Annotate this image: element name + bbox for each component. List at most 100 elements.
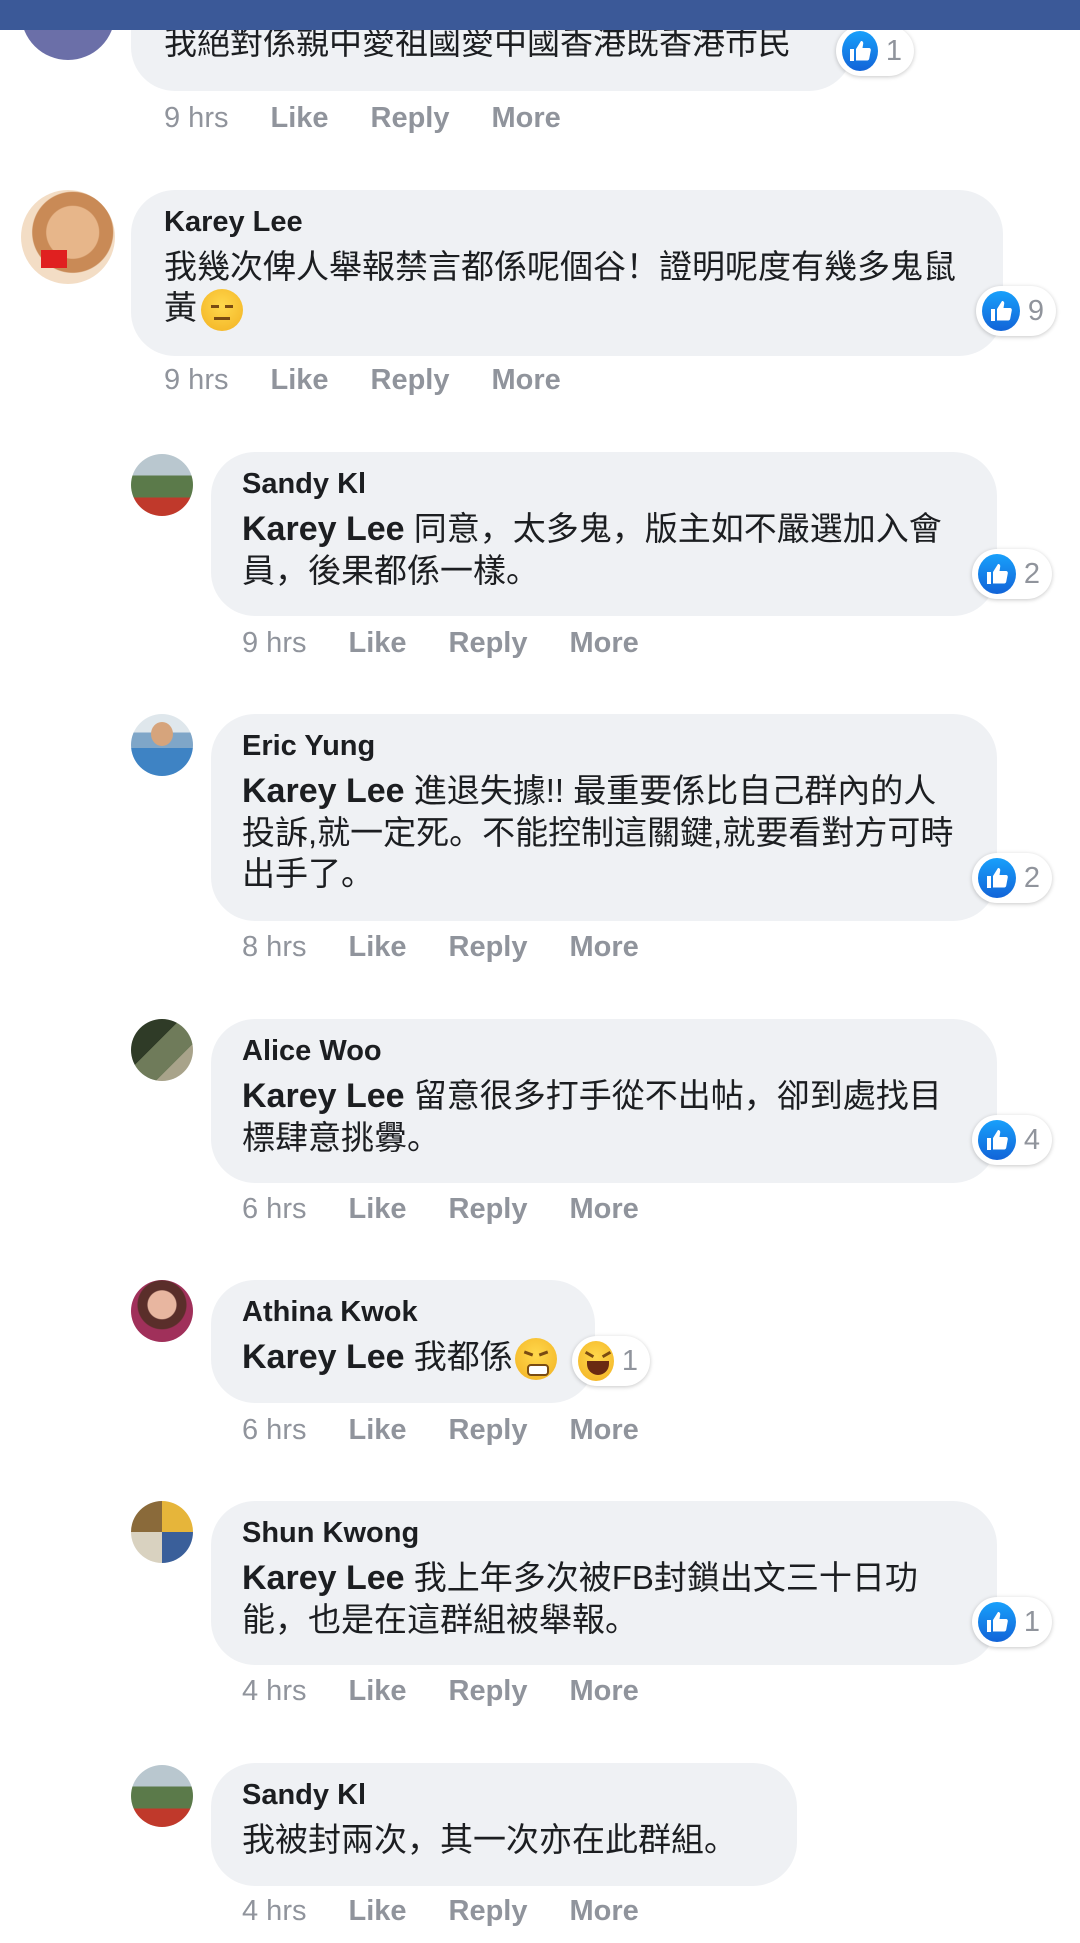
- thumbs-up-icon: [982, 291, 1020, 331]
- comment-actions: 6 hrs Like Reply More: [242, 1414, 681, 1447]
- comment-bubble: Sandy Kl Karey Lee 同意，太多鬼，版主如不嚴選加入會員，後果都…: [211, 452, 997, 616]
- comment-actions: 4 hrs Like Reply More: [242, 1895, 681, 1928]
- comment-author[interactable]: Alice Woo: [242, 1033, 965, 1069]
- pouting-face-emoji: [514, 1338, 557, 1381]
- avatar[interactable]: [131, 1765, 193, 1827]
- comment-bubble: Alice Woo Karey Lee 留意很多打手從不出帖，卻到處找目標肆意挑…: [211, 1019, 997, 1183]
- reaction-summary[interactable]: 4: [972, 1115, 1052, 1165]
- comment-author[interactable]: Sandy Kl: [242, 466, 965, 502]
- avatar[interactable]: [131, 1280, 193, 1342]
- comment-text: Karey Lee 同意，太多鬼，版主如不嚴選加入會員，後果都係一樣。: [242, 510, 942, 589]
- avatar[interactable]: [131, 454, 193, 516]
- reply-button[interactable]: Reply: [371, 102, 450, 135]
- more-button[interactable]: More: [570, 1414, 639, 1447]
- comment-timestamp[interactable]: 8 hrs: [242, 931, 306, 964]
- mention-link[interactable]: Karey Lee: [242, 1077, 405, 1115]
- comment-timestamp[interactable]: 4 hrs: [242, 1895, 306, 1928]
- reaction-count: 1: [885, 34, 902, 67]
- comment-bubble: Athina Kwok Karey Lee 我都係: [211, 1280, 595, 1403]
- comment-author[interactable]: Athina Kwok: [242, 1294, 563, 1330]
- comment-actions: 9 hrs Like Reply More: [164, 364, 603, 397]
- comment-text: Karey Lee 我都係: [242, 1338, 557, 1381]
- thumbs-up-icon: [978, 1602, 1016, 1642]
- comment-bubble: Shun Kwong Karey Lee 我上年多次被FB封鎖出文三十日功能，也…: [211, 1501, 997, 1665]
- comment-text: 我被封兩次，其一次亦在此群組。: [242, 1821, 737, 1858]
- avatar[interactable]: [131, 1501, 193, 1563]
- reaction-summary[interactable]: 1: [972, 1597, 1052, 1647]
- avatar[interactable]: [131, 1019, 193, 1081]
- reaction-count: 1: [621, 1344, 638, 1377]
- reply-button[interactable]: Reply: [449, 627, 528, 660]
- like-button[interactable]: Like: [348, 1414, 406, 1447]
- mention-link[interactable]: Karey Lee: [242, 1338, 405, 1376]
- more-button[interactable]: More: [570, 931, 639, 964]
- comment-bubble: Karey Lee 我幾次俾人舉報禁言都係呢個谷！證明呢度有幾多鬼鼠黃: [131, 190, 1003, 356]
- comment-text: 我幾次俾人舉報禁言都係呢個谷！證明呢度有幾多鬼鼠黃: [164, 248, 956, 332]
- mention-link[interactable]: Karey Lee: [242, 510, 405, 548]
- reply-button[interactable]: Reply: [371, 364, 450, 397]
- mention-link[interactable]: Karey Lee: [242, 1559, 405, 1597]
- comment-actions: 6 hrs Like Reply More: [242, 1193, 681, 1226]
- comment-text-body: 我都係: [404, 1338, 513, 1375]
- more-button[interactable]: More: [570, 1193, 639, 1226]
- more-button[interactable]: More: [570, 1895, 639, 1928]
- reaction-count: 4: [1023, 1123, 1040, 1156]
- reply-button[interactable]: Reply: [449, 1414, 528, 1447]
- reply-button[interactable]: Reply: [449, 1675, 528, 1708]
- expressionless-face-emoji: [201, 289, 243, 332]
- comment-actions: 9 hrs Like Reply More: [242, 627, 681, 660]
- comment-author[interactable]: Eric Yung: [242, 728, 965, 764]
- comment-text: Karey Lee 進退失據!! 最重要係比自己群內的人投訴,就一定死。不能控制…: [242, 772, 953, 892]
- comment-bubble: Sandy Kl 我被封兩次，其一次亦在此群組。: [211, 1763, 797, 1886]
- reaction-count: 2: [1023, 557, 1040, 590]
- reaction-count: 1: [1023, 1605, 1040, 1638]
- more-button[interactable]: More: [570, 627, 639, 660]
- comments-feed: 我絕對係親中愛祖國愛中國香港既香港市民 1 9 hrs Like Reply M…: [0, 0, 1080, 1943]
- comment-text-body: 我幾次俾人舉報禁言都係呢個谷！證明呢度有幾多鬼鼠黃: [164, 248, 956, 326]
- like-button[interactable]: Like: [348, 1895, 406, 1928]
- like-button[interactable]: Like: [348, 931, 406, 964]
- reaction-count: 2: [1023, 861, 1040, 894]
- reaction-summary[interactable]: 1: [836, 26, 914, 76]
- more-button[interactable]: More: [492, 364, 561, 397]
- comment-text: Karey Lee 我上年多次被FB封鎖出文三十日功能，也是在這群組被舉報。: [242, 1559, 918, 1638]
- avatar[interactable]: [131, 714, 193, 776]
- reply-button[interactable]: Reply: [449, 1895, 528, 1928]
- reaction-summary[interactable]: 2: [972, 853, 1052, 903]
- comment-author[interactable]: Sandy Kl: [242, 1777, 765, 1813]
- comment-actions: 8 hrs Like Reply More: [242, 931, 681, 964]
- comment-timestamp[interactable]: 6 hrs: [242, 1193, 306, 1226]
- reaction-summary[interactable]: 1: [572, 1336, 650, 1386]
- like-button[interactable]: Like: [270, 364, 328, 397]
- comment-timestamp[interactable]: 9 hrs: [164, 364, 228, 397]
- like-button[interactable]: Like: [348, 1193, 406, 1226]
- mention-link[interactable]: Karey Lee: [242, 772, 405, 810]
- app-top-bar: [0, 0, 1080, 30]
- comment-timestamp[interactable]: 6 hrs: [242, 1414, 306, 1447]
- thumbs-up-icon: [978, 1120, 1016, 1160]
- comment-author[interactable]: Shun Kwong: [242, 1515, 965, 1551]
- comment-text: Karey Lee 留意很多打手從不出帖，卻到處找目標肆意挑釁。: [242, 1077, 942, 1156]
- reaction-summary[interactable]: 9: [976, 286, 1056, 336]
- reply-button[interactable]: Reply: [449, 931, 528, 964]
- laughing-face-emoji: [578, 1341, 614, 1381]
- thumbs-up-icon: [978, 858, 1016, 898]
- comment-author[interactable]: Karey Lee: [164, 204, 971, 240]
- reply-button[interactable]: Reply: [449, 1193, 528, 1226]
- more-button[interactable]: More: [492, 102, 561, 135]
- comment-timestamp[interactable]: 9 hrs: [242, 627, 306, 660]
- comment-timestamp[interactable]: 9 hrs: [164, 102, 228, 135]
- comment-actions: 9 hrs Like Reply More: [164, 102, 603, 135]
- like-button[interactable]: Like: [348, 1675, 406, 1708]
- reaction-summary[interactable]: 2: [972, 549, 1052, 599]
- comment-actions: 4 hrs Like Reply More: [242, 1675, 681, 1708]
- comment-bubble: Eric Yung Karey Lee 進退失據!! 最重要係比自己群內的人投訴…: [211, 714, 997, 921]
- thumbs-up-icon: [978, 554, 1016, 594]
- thumbs-up-icon: [842, 31, 878, 71]
- like-button[interactable]: Like: [348, 627, 406, 660]
- like-button[interactable]: Like: [270, 102, 328, 135]
- avatar[interactable]: [21, 190, 115, 284]
- reaction-count: 9: [1027, 294, 1044, 327]
- more-button[interactable]: More: [570, 1675, 639, 1708]
- comment-timestamp[interactable]: 4 hrs: [242, 1675, 306, 1708]
